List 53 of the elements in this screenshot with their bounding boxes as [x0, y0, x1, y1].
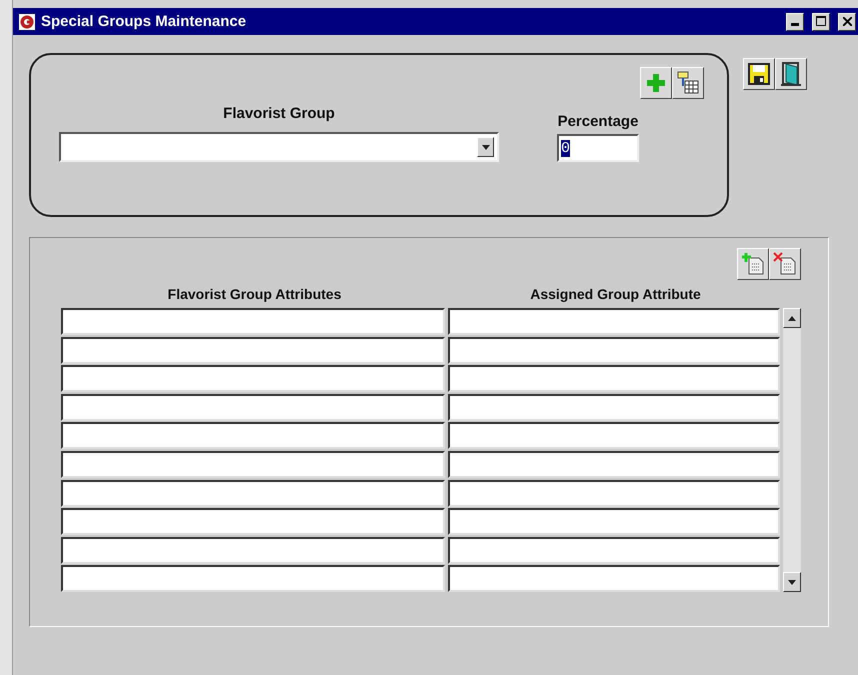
add-row-button[interactable] [737, 248, 769, 280]
dropdown-button[interactable] [477, 137, 494, 157]
table-cell[interactable] [448, 450, 780, 478]
column-header: Flavorist Group Attributes [166, 286, 342, 302]
scroll-up-button[interactable] [783, 308, 801, 328]
table-cell[interactable] [448, 508, 780, 536]
column-header: Assigned Group Attribute [529, 286, 702, 302]
table-cell[interactable] [448, 394, 780, 421]
table-cell[interactable] [61, 336, 445, 364]
table-cell[interactable] [61, 450, 445, 478]
plus-icon [646, 73, 666, 93]
maximize-button[interactable] [812, 12, 830, 30]
table-cell[interactable] [61, 536, 445, 564]
table-cell[interactable] [61, 480, 445, 507]
caret-icon [482, 144, 490, 150]
add-document-icon [741, 252, 765, 276]
minimize-button[interactable] [786, 12, 804, 30]
minimize-icon [791, 23, 799, 26]
table-cell[interactable] [448, 480, 780, 507]
table-cell[interactable] [448, 365, 780, 392]
table-cell[interactable] [61, 308, 445, 335]
table-cell[interactable] [448, 336, 780, 364]
app-icon [19, 14, 35, 30]
close-button[interactable] [838, 12, 856, 30]
grid-button[interactable] [672, 67, 704, 99]
table-cell[interactable] [61, 365, 445, 392]
maximize-icon [816, 16, 826, 26]
save-button[interactable] [743, 58, 775, 90]
table-cell[interactable] [448, 565, 780, 592]
delete-row-button[interactable] [769, 248, 801, 280]
table-icon [676, 71, 700, 95]
table-cell[interactable] [448, 308, 780, 335]
down-arrow-icon [788, 580, 796, 584]
close-icon [842, 17, 852, 26]
scroll-bar[interactable] [783, 308, 801, 592]
delete-document-icon [773, 252, 797, 276]
table-cell[interactable] [448, 422, 780, 450]
up-arrow-icon [788, 316, 796, 320]
input-field[interactable]: 0 [557, 134, 639, 162]
exit-button[interactable] [775, 58, 807, 90]
door-icon [780, 62, 802, 86]
table-cell[interactable] [61, 394, 445, 421]
field-value: 0 [561, 140, 570, 156]
scroll-down-button[interactable] [783, 572, 801, 592]
dropdown-field[interactable] [59, 132, 499, 162]
field-label: Flavorist Group [223, 105, 335, 122]
add-button[interactable] [640, 67, 672, 99]
table-cell[interactable] [61, 422, 445, 450]
table-cell[interactable] [61, 508, 445, 536]
table-cell[interactable] [448, 536, 780, 564]
table-cell[interactable] [61, 565, 445, 592]
window-title: Special Groups Maintenance [41, 13, 248, 30]
field-label: Percentage [558, 113, 638, 130]
